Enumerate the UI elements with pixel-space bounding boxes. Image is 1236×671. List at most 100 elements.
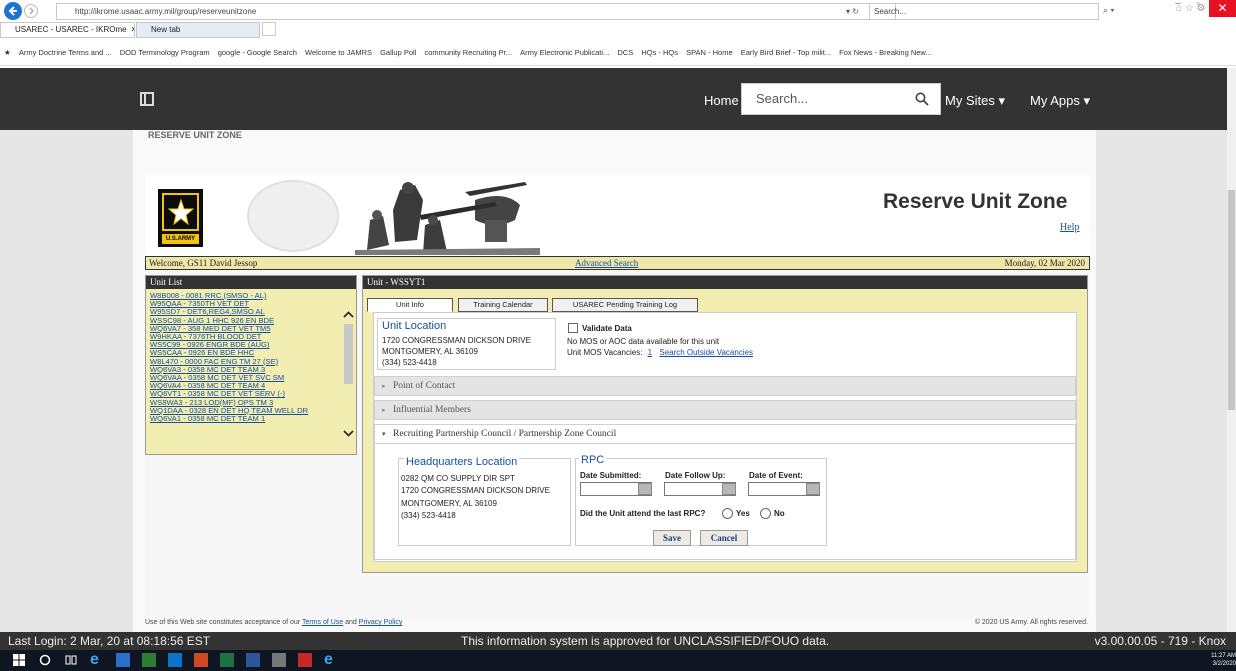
nav-home-link[interactable]: Home: [704, 93, 739, 108]
cancel-button[interactable]: Cancel: [700, 530, 748, 546]
unit-list-scrollbar[interactable]: [342, 292, 355, 452]
fav-item[interactable]: HQs - HQs: [641, 40, 678, 65]
outlook-app-icon[interactable]: [168, 653, 182, 667]
search-outside-vacancies-link[interactable]: Search Outside Vacancies: [659, 348, 753, 357]
unit-list-item[interactable]: WQ6VA7 - 358 MED DET VET TM5: [150, 325, 340, 333]
fav-item[interactable]: Gallup Poll: [380, 40, 416, 65]
mos-vacancies-label: Unit MOS Vacancies:: [567, 348, 643, 357]
refresh-icon[interactable]: ▾ ↻: [846, 3, 866, 20]
unit-list-panel: Unit List W8B008 - 0081 RRC (SMSO - AL) …: [145, 275, 357, 455]
page-title: RESERVE UNIT ZONE: [148, 130, 242, 140]
unit-list-item[interactable]: WQ6VT1 - 0358 MC DET VET SERV (-): [150, 390, 340, 398]
footer-and: and: [345, 619, 357, 626]
fav-item[interactable]: Army Electronic Publicati...: [520, 40, 609, 65]
fav-item[interactable]: SPAN - Home: [686, 40, 733, 65]
task-view-icon[interactable]: [64, 653, 78, 667]
browser-search-icon[interactable]: ⌕ ▾: [1103, 5, 1114, 16]
unit-list-item[interactable]: WQ1DAA - 0328 EN DET HQ TEAM WELL DR: [150, 407, 340, 415]
help-link[interactable]: Help: [1060, 222, 1079, 233]
date-submitted-label: Date Submitted:: [580, 471, 642, 480]
desktop-app-icon[interactable]: [116, 653, 130, 667]
tab-pending-training-log[interactable]: USAREC Pending Training Log: [552, 298, 698, 312]
no-mos-text: No MOS or AOC data available for this un…: [567, 337, 720, 346]
army-logo: U.S.ARMY: [158, 189, 203, 247]
fav-item[interactable]: Early Bird Brief - Top milit...: [741, 40, 831, 65]
unit-list-item[interactable]: WS5CAA - 0926 EN BDE HHC: [150, 349, 340, 357]
soldiers-helicopter-image: [355, 182, 540, 255]
unit-list-item[interactable]: W95QAA - 7350TH VET DET: [150, 300, 340, 308]
section-point-of-contact[interactable]: ▸ Point of Contact: [374, 376, 1076, 396]
unit-list-item[interactable]: WQ6VA4 - 0358 MC DET TEAM 4: [150, 382, 340, 390]
page-scrollbar-thumb[interactable]: [1228, 190, 1235, 410]
mos-vacancies-count[interactable]: 1: [648, 348, 652, 357]
caret-down-icon: ▾: [382, 430, 386, 438]
sidebar-toggle-icon[interactable]: [140, 92, 154, 106]
calculator-app-icon[interactable]: [272, 653, 286, 667]
new-tab-button[interactable]: [262, 22, 276, 36]
powerpoint-app-icon[interactable]: [194, 653, 208, 667]
taskbar-clock[interactable]: 11:27 AM 3/2/2020: [1204, 652, 1236, 668]
close-window-button[interactable]: ✕: [1209, 0, 1236, 17]
tab-training-calendar[interactable]: Training Calendar: [458, 298, 548, 312]
word-app-icon[interactable]: [246, 653, 260, 667]
fav-item[interactable]: Fox News - Breaking New...: [839, 40, 932, 65]
restore-button[interactable]: ▫: [1188, 0, 1208, 12]
edge-app-icon[interactable]: e: [324, 652, 338, 668]
unit-list-item[interactable]: WS5C99 - 0926 ENGR BDE (AUG): [150, 341, 340, 349]
browser-search-input[interactable]: Search...: [869, 3, 1099, 20]
arrow-right-icon: [29, 7, 34, 15]
windows-start-icon[interactable]: [12, 653, 26, 667]
unit-list-item[interactable]: W9HKAA - 7376TH BLOOD DET: [150, 333, 340, 341]
fav-item[interactable]: DOD Terminology Program: [120, 40, 210, 65]
fav-item[interactable]: Army Doctrine Terms and ...: [19, 40, 112, 65]
unit-list-item[interactable]: WQ6VAA - 0358 MC DET VET SVC SM: [150, 374, 340, 382]
page-footer: Use of this Web site constitutes accepta…: [145, 619, 1090, 629]
unit-list-item[interactable]: W8B008 - 0081 RRC (SMSO - AL): [150, 292, 340, 300]
rpc-yes-radio[interactable]: [722, 508, 733, 519]
my-sites-menu[interactable]: My Sites ▾: [945, 93, 1005, 109]
internet-explorer-icon[interactable]: e: [90, 652, 104, 668]
privacy-policy-link[interactable]: Privacy Policy: [359, 619, 403, 626]
pdf-app-icon[interactable]: [298, 653, 312, 667]
minimize-button[interactable]: –: [1168, 0, 1188, 12]
section-recruiting-partnership-council[interactable]: ▾ Recruiting Partnership Council / Partn…: [374, 424, 1076, 444]
fav-item[interactable]: Welcome to JAMRS: [305, 40, 372, 65]
calendar-icon[interactable]: [806, 483, 820, 495]
unit-list-scroll-thumb[interactable]: [344, 324, 353, 384]
close-tab-icon[interactable]: ✕: [131, 25, 134, 34]
chevron-down-icon[interactable]: [342, 428, 355, 438]
rpc-no-radio[interactable]: [760, 508, 771, 519]
clock-date: 3/2/2020: [1212, 661, 1236, 667]
unit-list-item[interactable]: W8L470 - 0000 FAC ENG TM 27 (SE): [150, 358, 340, 366]
fav-item[interactable]: google - Google Search: [218, 40, 297, 65]
calendar-icon[interactable]: [638, 483, 652, 495]
search-icon[interactable]: [904, 83, 940, 115]
back-button[interactable]: [4, 2, 22, 20]
unit-list-item[interactable]: WSSC98 - AUG 1 HHC 926 EN BDE: [150, 317, 340, 325]
excel-app-icon[interactable]: [220, 653, 234, 667]
rpc-heading: RPC: [579, 454, 607, 466]
save-button[interactable]: Save: [653, 530, 691, 546]
mos-vacancies-row: Unit MOS Vacancies: 1 Search Outside Vac…: [567, 348, 753, 358]
unit-list-item[interactable]: W95SD7 - DET6,REG4,SMSO AL: [150, 308, 340, 316]
calendar-icon[interactable]: [722, 483, 736, 495]
fav-item[interactable]: DCS: [617, 40, 633, 65]
favorites-star-icon[interactable]: ★: [4, 40, 11, 65]
my-apps-menu[interactable]: My Apps ▾: [1030, 93, 1090, 109]
chevron-up-icon[interactable]: [342, 310, 355, 320]
fav-item[interactable]: community Recruiting Pr...: [424, 40, 512, 65]
forward-button[interactable]: [24, 4, 38, 18]
terms-of-use-link[interactable]: Terms of Use: [302, 619, 343, 626]
section-influential-members[interactable]: ▸ Influential Members: [374, 400, 1076, 420]
project-app-icon[interactable]: [142, 653, 156, 667]
search-taskbar-icon[interactable]: [38, 653, 52, 667]
address-bar[interactable]: http://ikrome.usaac.army.mil/group/reser…: [56, 3, 896, 20]
validate-data-checkbox[interactable]: [568, 323, 578, 333]
unit-list-item[interactable]: WS8WA3 - 213 LOD(MF) OPS TM 3: [150, 399, 340, 407]
tab-unit-info[interactable]: Unit Info: [367, 298, 453, 312]
unit-list-item[interactable]: WQ6VA3 - 0358 MC DET TEAM 3: [150, 366, 340, 374]
advanced-search-link[interactable]: Advanced Search: [575, 257, 638, 269]
unit-list-item[interactable]: WQ6VA1 - 0358 MC DET TEAM 1: [150, 415, 340, 423]
browser-tab-usarec[interactable]: USAREC - USAREC - IKROme✕: [0, 22, 135, 38]
browser-tab-new[interactable]: New tab: [136, 22, 260, 38]
